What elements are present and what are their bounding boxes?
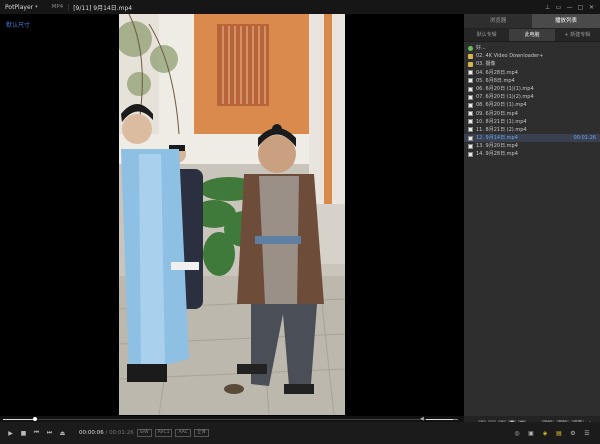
list-item-label: 08. 6月20日 (1).mp4 [476,102,527,109]
capture-icon[interactable]: ◈ [538,430,552,437]
file-icon [468,135,473,141]
list-item-label: 14. 9月28日.mp4 [476,151,518,158]
parent-folder-icon [468,45,473,51]
control-bar-right: ◎ ▣ ◈ ▤ ⚙ ☰ [510,430,594,437]
list-item-label: 04. 6月28日.mp4 [476,69,518,76]
file-icon [468,111,473,117]
window-title: [9/11] 9月14日.mp4 [73,4,133,12]
volume-control[interactable]: ◀ [420,416,460,422]
list-item[interactable]: 好... [464,44,600,52]
file-icon [468,152,473,158]
tab-default-album[interactable]: 默认专辑 [464,29,509,41]
file-icon [468,78,473,84]
folder-icon [468,53,473,59]
tab-this-pc[interactable]: 此电脑 [509,29,555,41]
next-icon[interactable]: ⏭ [43,429,56,437]
tab-browser[interactable]: 浏览器 [464,14,532,28]
list-item[interactable]: 02. 4K Video Downloader+ [464,52,600,60]
list-item-label: 好... [476,45,486,51]
format-label: MP4 [51,4,64,10]
current-time: 00:00:06 [79,430,104,436]
volume-level [426,419,454,420]
time-display: 00:00:06 / 00:01:26 [79,430,134,436]
playlist-panel: 浏览器 播放列表 默认专辑 此电脑 + 新建专辑 好... 02. 4K Vide… [464,14,600,430]
album-tabs: 默认专辑 此电脑 + 新建专辑 [464,29,600,42]
vr-icon[interactable]: ◎ [510,430,524,437]
file-icon [468,70,473,76]
play-icon[interactable]: ▶ [4,430,17,437]
list-item[interactable]: 11. 8月21日 (2).mp4 [464,126,600,134]
list-item-label: 07. 6月20日 (1)(2).mp4 [476,94,534,101]
list-item[interactable]: 13. 9月20日.mp4 [464,142,600,150]
video-frame [119,14,345,415]
new-album-button[interactable]: + 新建专辑 [555,29,600,41]
list-item[interactable]: 14. 9月28日.mp4 [464,150,600,158]
audio-codec-badge[interactable]: AAC [175,429,191,437]
screen-icon[interactable]: ▣ [524,430,538,437]
stop-icon[interactable]: ■ [17,430,30,437]
list-item-label: 03. 摄像 [476,61,496,68]
panel-tabs: 浏览器 播放列表 [464,14,600,29]
title-bar: PotPlayer ▾ MP4 | [9/11] 9月14日.mp4 ⊥ ▭ —… [0,0,600,14]
seek-track[interactable] [3,417,458,421]
stereo-badge[interactable]: 立体 [193,429,209,437]
file-icon [468,127,473,133]
app-name: PotPlayer [5,3,34,11]
title-separator: | [67,3,70,11]
playlist: 好... 02. 4K Video Downloader+ 03. 摄像 04. 6月… [464,42,600,159]
list-item-label: 12. 9月14日.mp4 [476,135,518,142]
video-frame-image [119,14,345,415]
list-item[interactable]: 06. 6月20日 (1)(1).mp4 [464,85,600,93]
app-menu-button[interactable]: PotPlayer ▾ [5,4,38,11]
list-item-label: 06. 6月20日 (1)(1).mp4 [476,85,534,92]
window-controls: ⊥ ▭ — □ ✕ [542,0,597,14]
list-item-label: 05. 6月8日.mp4 [476,77,515,84]
video-area[interactable]: 默认尺寸 [0,14,464,416]
list-item-label: 13. 9月20日.mp4 [476,143,518,150]
volume-track[interactable] [426,419,458,420]
gear-icon[interactable]: ⚙ [566,430,580,437]
file-icon [468,94,473,100]
seek-handle[interactable] [32,417,37,421]
minimize-button[interactable]: — [564,4,575,11]
folder-icon [468,61,473,67]
file-icon [468,119,473,125]
file-icon [468,143,473,149]
skin-icon[interactable]: ▭ [553,4,564,11]
file-icon [468,86,473,92]
file-icon [468,102,473,108]
control-bar: ▶ ■ ⏮ ⏭ ⏏ 00:00:06 / 00:01:26 S/W AVC1 A… [0,422,600,444]
eject-icon[interactable]: ⏏ [56,430,69,437]
list-item-label: 09. 6月20日.mp4 [476,110,518,117]
list-item[interactable]: 12. 9月14日.mp4 00:01:26 [464,134,600,143]
tab-playlist[interactable]: 播放列表 [532,14,600,28]
list-item-label: 10. 8月21日 (1).mp4 [476,118,527,125]
osd-message: 默认尺寸 [6,22,31,29]
list-item-label: 11. 8月21日 (2).mp4 [476,126,527,133]
previous-icon[interactable]: ⏮ [30,429,43,437]
list-item[interactable]: 08. 6月20日 (1).mp4 [464,101,600,109]
maximize-button[interactable]: □ [575,4,586,11]
close-button[interactable]: ✕ [586,4,597,11]
list-item[interactable]: 10. 8月21日 (1).mp4 [464,118,600,126]
pin-icon[interactable]: ⊥ [542,4,553,11]
video-codec-badge[interactable]: AVC1 [154,429,173,437]
list-item[interactable]: 05. 6月8日.mp4 [464,77,600,85]
list-item[interactable]: 07. 6月20日 (1)(2).mp4 [464,93,600,101]
list-item-label: 02. 4K Video Downloader+ [476,53,544,60]
playlist-toggle-icon[interactable]: ☰ [580,430,594,437]
list-item-duration: 00:01:26 [573,135,596,142]
seek-progress [3,419,35,420]
list-item[interactable]: 03. 摄像 [464,60,600,68]
list-item[interactable]: 04. 6月28日.mp4 [464,69,600,77]
total-time: 00:01:26 [109,430,134,436]
subtitle-icon[interactable]: ▤ [552,430,566,437]
renderer-badge[interactable]: S/W [136,429,152,437]
chevron-down-icon: ▾ [35,4,38,10]
list-item[interactable]: 09. 6月20日.mp4 [464,110,600,118]
